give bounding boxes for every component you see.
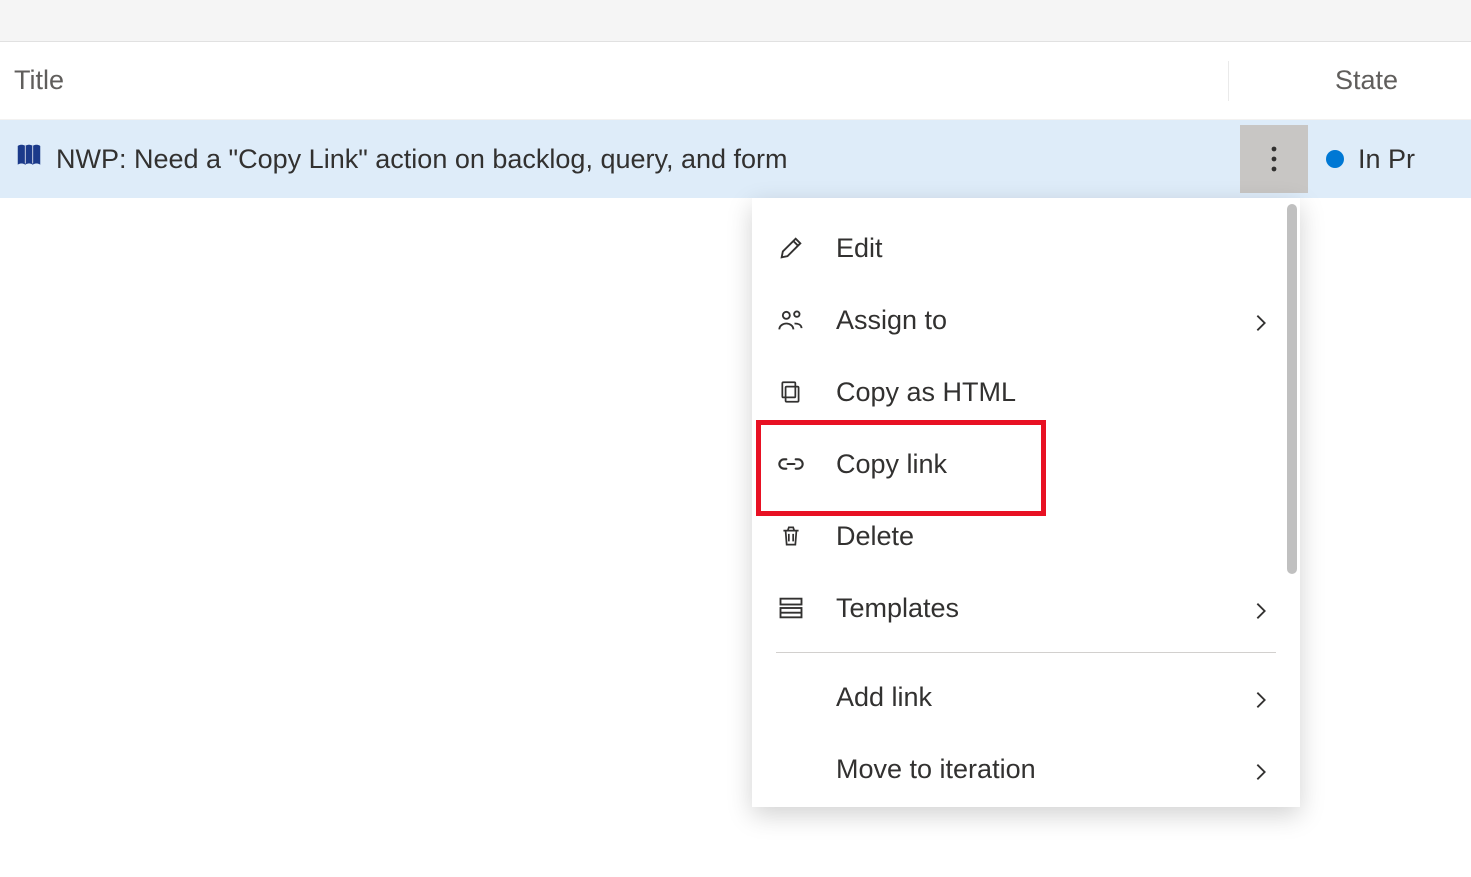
work-item-state-cell: In Pr [1310, 144, 1471, 175]
menu-item-copy-html[interactable]: Copy as HTML [752, 356, 1300, 428]
templates-icon [776, 593, 806, 623]
menu-item-copy-link[interactable]: Copy link [752, 428, 1300, 500]
blank-icon [776, 682, 806, 712]
state-indicator-dot [1326, 150, 1344, 168]
menu-item-label: Move to iteration [836, 754, 1220, 785]
work-item-row[interactable]: NWP: Need a "Copy Link" action on backlo… [0, 120, 1471, 198]
menu-item-label: Add link [836, 682, 1220, 713]
context-menu: Edit Assign to Copy as HTML Copy link De… [752, 198, 1300, 807]
trash-icon [776, 521, 806, 551]
work-item-title-text: NWP: Need a "Copy Link" action on backlo… [56, 144, 788, 175]
chevron-right-icon [1250, 310, 1270, 330]
more-vertical-icon [1271, 145, 1277, 173]
column-header-state[interactable]: State [1228, 61, 1471, 101]
menu-item-label: Edit [836, 233, 1270, 264]
copy-icon [776, 377, 806, 407]
menu-item-label: Templates [836, 593, 1220, 624]
menu-item-edit[interactable]: Edit [752, 212, 1300, 284]
link-icon [776, 449, 806, 479]
people-icon [776, 305, 806, 335]
menu-item-add-link[interactable]: Add link [752, 661, 1300, 733]
chevron-right-icon [1250, 598, 1270, 618]
menu-item-label: Assign to [836, 305, 1220, 336]
edit-icon [776, 233, 806, 263]
work-item-state-text: In Pr [1358, 144, 1415, 175]
column-header-title[interactable]: Title [0, 65, 1228, 96]
menu-item-label: Copy link [836, 449, 1270, 480]
menu-item-label: Delete [836, 521, 1270, 552]
menu-divider [776, 652, 1276, 653]
more-actions-button[interactable] [1240, 125, 1308, 193]
menu-item-delete[interactable]: Delete [752, 500, 1300, 572]
work-item-title-cell[interactable]: NWP: Need a "Copy Link" action on backlo… [0, 141, 1228, 178]
column-header-row: Title State [0, 42, 1471, 120]
chevron-right-icon [1250, 687, 1270, 707]
menu-item-label: Copy as HTML [836, 377, 1270, 408]
work-item-type-icon [14, 141, 44, 178]
blank-icon [776, 754, 806, 784]
toolbar-strip [0, 0, 1471, 42]
chevron-right-icon [1250, 759, 1270, 779]
menu-item-templates[interactable]: Templates [752, 572, 1300, 644]
menu-item-move-to-iteration[interactable]: Move to iteration [752, 733, 1300, 805]
menu-item-assign-to[interactable]: Assign to [752, 284, 1300, 356]
